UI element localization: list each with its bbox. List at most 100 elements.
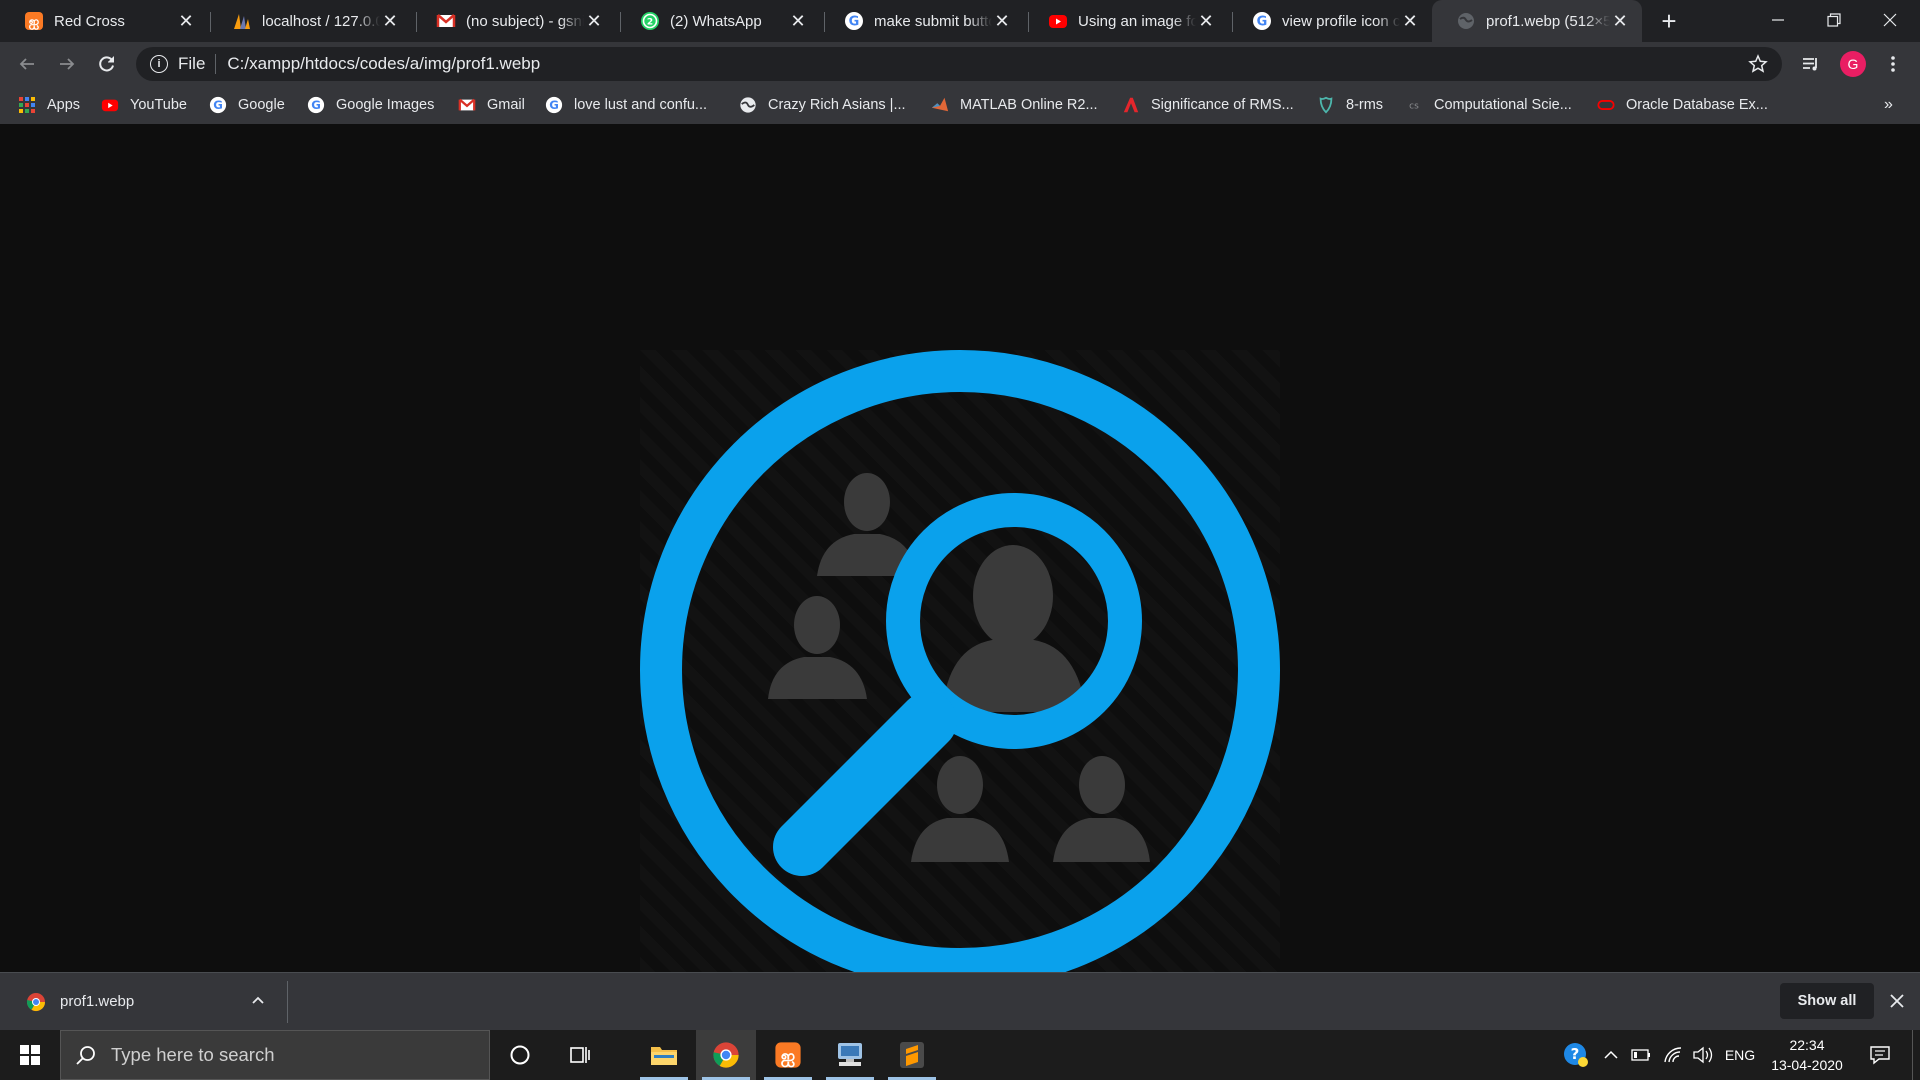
matlab-icon <box>931 96 949 114</box>
bookmark-matlab[interactable]: MATLAB Online R2... <box>931 86 1098 124</box>
close-tab-icon[interactable]: ✕ <box>584 11 604 31</box>
bookmark-label: Apps <box>47 97 81 113</box>
bookmarks-overflow-button[interactable]: » <box>1884 86 1893 124</box>
new-tab-button[interactable]: + <box>1654 6 1684 36</box>
bookmark-star-icon[interactable] <box>1748 54 1768 74</box>
svg-text:G: G <box>311 98 321 112</box>
taskbar-xampp[interactable]: ஐ <box>758 1030 818 1080</box>
bookmark-apps[interactable]: Apps <box>18 86 80 124</box>
bookmark-label: Significance of RMS... <box>1151 97 1294 113</box>
taskbar-file-explorer[interactable] <box>634 1030 694 1080</box>
close-shelf-icon[interactable] <box>1888 992 1906 1015</box>
red-a-icon <box>1122 96 1140 114</box>
tab-title: Red Cross <box>54 12 125 30</box>
svg-text:G: G <box>1257 15 1268 30</box>
chrome-icon <box>713 1042 739 1068</box>
bookmark-google[interactable]: G Google <box>209 86 285 124</box>
battery-icon[interactable] <box>1626 1030 1656 1080</box>
bookmark-8-rms[interactable]: 8-rms <box>1317 86 1383 124</box>
google-icon: G <box>209 96 227 114</box>
chevron-up-icon[interactable] <box>1598 1030 1624 1080</box>
restore-button[interactable] <box>1806 0 1862 40</box>
taskbar-search-box[interactable]: Type here to search <box>60 1030 490 1080</box>
close-tab-icon[interactable]: ✕ <box>1196 11 1216 31</box>
computer-network-icon <box>838 1043 862 1066</box>
windows-taskbar: Type here to search ஐ ? ENG 22:34 13-04-… <box>0 1030 1920 1080</box>
bookmark-label: Computational Scie... <box>1434 97 1572 113</box>
media-controls-button[interactable] <box>1796 49 1826 79</box>
tab-prof1-webp[interactable]: prof1.webp (512×512) ✕ <box>1432 0 1642 42</box>
bookmark-significance-rms[interactable]: Significance of RMS... <box>1122 86 1294 124</box>
reload-button[interactable] <box>92 49 122 79</box>
download-item[interactable]: prof1.webp <box>0 973 287 1030</box>
show-desktop-button[interactable] <box>1912 1030 1920 1080</box>
chevron-double-right-icon: » <box>1884 96 1893 113</box>
shield-icon <box>1317 96 1335 114</box>
language-indicator[interactable]: ENG <box>1720 1030 1760 1080</box>
system-clock[interactable]: 22:34 13-04-2020 <box>1762 1030 1852 1080</box>
wifi-icon[interactable] <box>1658 1030 1688 1080</box>
google-icon: G <box>844 11 864 31</box>
tab-localhost[interactable]: localhost / 127.0.0.1 ✕ <box>208 0 412 42</box>
info-icon[interactable]: i <box>150 55 168 73</box>
cortana-button[interactable] <box>490 1030 550 1080</box>
volume-icon[interactable] <box>1688 1030 1718 1080</box>
taskbar-chrome[interactable] <box>696 1030 756 1080</box>
folder-icon <box>651 1047 677 1065</box>
minimize-button[interactable] <box>1750 0 1806 40</box>
youtube-icon <box>101 96 119 114</box>
arrow-left-icon <box>19 58 34 70</box>
bookmark-label: Crazy Rich Asians |... <box>768 97 906 113</box>
tab-make-submit-button[interactable]: G make submit button ✕ <box>820 0 1024 42</box>
xampp-icon: ஐ <box>775 1042 801 1068</box>
browser-toolbar: i File C:/xampp/htdocs/codes/a/img/prof1… <box>0 42 1920 86</box>
bookmark-label: Oracle Database Ex... <box>1626 97 1768 113</box>
tab-title: prof1.webp (512×512) <box>1486 12 1610 30</box>
cs-icon: cs <box>1405 96 1423 114</box>
close-tab-icon[interactable]: ✕ <box>176 11 196 31</box>
action-center-icon[interactable] <box>1860 1030 1900 1080</box>
clock-time: 22:34 <box>1789 1037 1825 1053</box>
tab-gmail[interactable]: (no subject) - gsnikhil ✕ <box>412 0 616 42</box>
close-tab-icon[interactable]: ✕ <box>992 11 1012 31</box>
tab-whatsapp[interactable]: 2 (2) WhatsApp ✕ <box>616 0 820 42</box>
bookmark-oracle-database[interactable]: Oracle Database Ex... <box>1597 86 1768 124</box>
tab-title: Using an image for <box>1078 12 1196 30</box>
close-window-button[interactable] <box>1862 0 1918 40</box>
bookmark-crazy-rich-asians[interactable]: Crazy Rich Asians |... <box>739 86 906 124</box>
close-tab-icon[interactable]: ✕ <box>1400 11 1420 31</box>
start-button[interactable] <box>0 1030 60 1080</box>
address-bar[interactable]: i File C:/xampp/htdocs/codes/a/img/prof1… <box>136 47 1782 81</box>
forward-button[interactable] <box>52 49 82 79</box>
help-tray-icon[interactable]: ? <box>1558 1030 1594 1080</box>
taskbar-network-app[interactable] <box>820 1030 880 1080</box>
tab-red-cross[interactable]: ஐ Red Cross ✕ <box>0 0 208 42</box>
bookmark-youtube[interactable]: YouTube <box>101 86 187 124</box>
chevron-up-icon[interactable] <box>250 993 266 1014</box>
taskbar-sublime-text[interactable] <box>882 1030 942 1080</box>
bookmark-computational-science[interactable]: cs Computational Scie... <box>1405 86 1572 124</box>
menu-button[interactable] <box>1878 49 1908 79</box>
oracle-icon <box>1597 96 1615 114</box>
show-all-button[interactable]: Show all <box>1780 983 1874 1019</box>
bookmark-gmail[interactable]: Gmail <box>458 86 525 124</box>
bookmark-google-images[interactable]: G Google Images <box>307 86 434 124</box>
close-tab-icon[interactable]: ✕ <box>380 11 400 31</box>
back-button[interactable] <box>12 49 42 79</box>
task-view-button[interactable] <box>550 1030 610 1080</box>
close-tab-icon[interactable]: ✕ <box>1610 11 1630 31</box>
google-icon: G <box>1252 11 1272 31</box>
divider <box>287 981 288 1023</box>
chrome-icon <box>26 992 46 1012</box>
tab-youtube-video[interactable]: Using an image for ✕ <box>1024 0 1228 42</box>
bookmark-love-lust[interactable]: G love lust and confu... <box>545 86 707 124</box>
svg-text:ஐ: ஐ <box>29 15 40 30</box>
bookmark-label: Google <box>238 97 285 113</box>
download-shelf: prof1.webp Show all <box>0 972 1920 1030</box>
svg-text:G: G <box>849 15 860 30</box>
url-text[interactable]: C:/xampp/htdocs/codes/a/img/prof1.webp <box>227 54 540 74</box>
close-tab-icon[interactable]: ✕ <box>788 11 808 31</box>
profile-avatar[interactable]: G <box>1838 49 1868 79</box>
tab-view-profile-icon[interactable]: G view profile icon css ✕ <box>1228 0 1432 42</box>
google-icon: G <box>545 96 563 114</box>
